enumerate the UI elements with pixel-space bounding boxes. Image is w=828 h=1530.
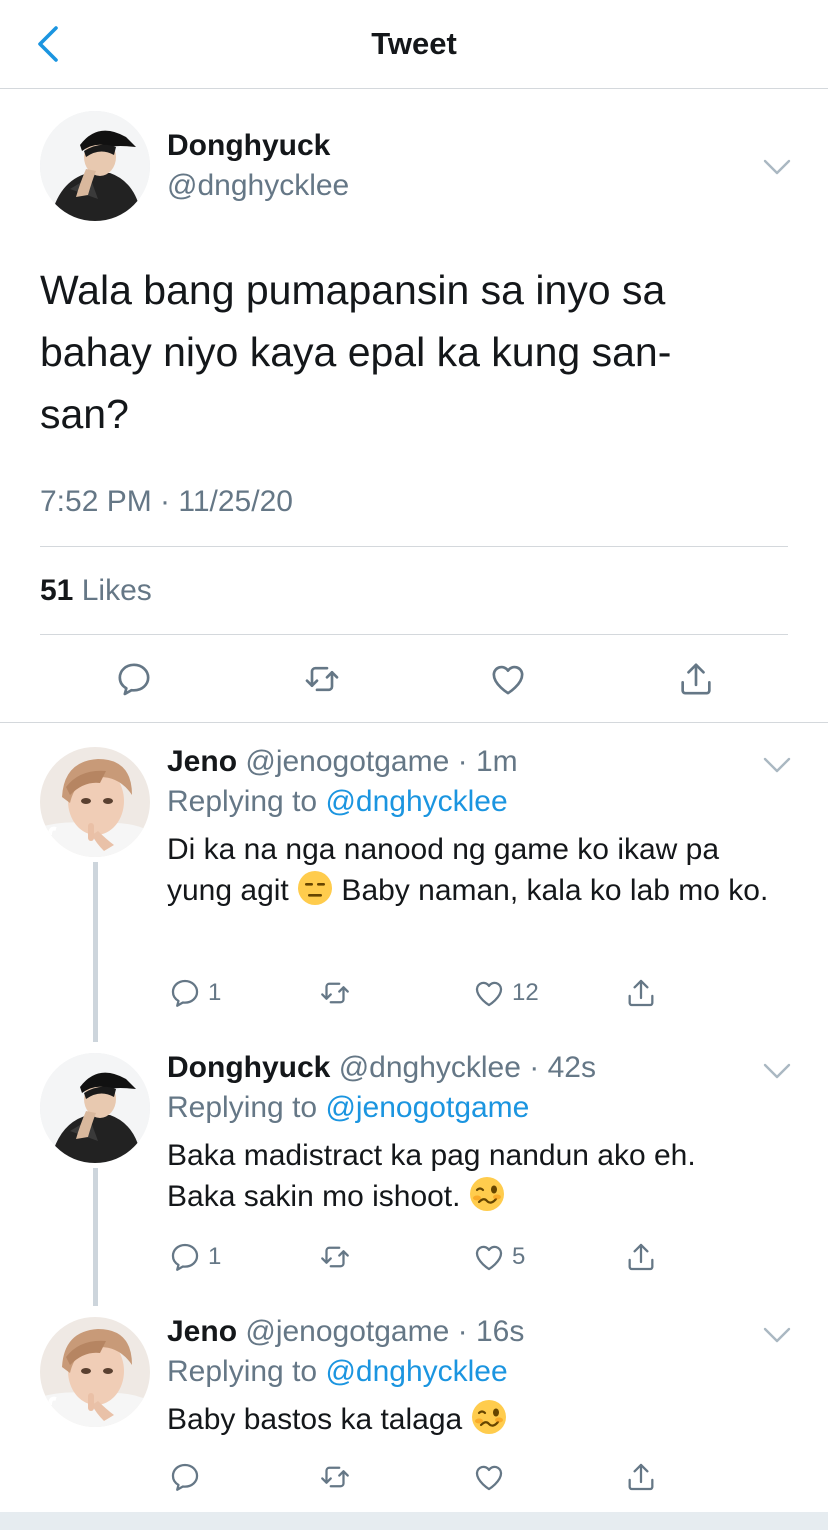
retweet-icon[interactable]: [302, 659, 342, 699]
divider: [40, 546, 788, 547]
reply-text: Di ka na nga nanood ng game ko ikaw pa y…: [167, 829, 787, 911]
replying-label: Replying to: [167, 1091, 318, 1124]
reply-time: · 16s: [457, 1315, 525, 1348]
likes-count: 51: [40, 574, 74, 607]
reply-header: Donghyuck @dnghycklee · 42s: [167, 1051, 596, 1085]
replying-label: Replying to: [167, 785, 318, 818]
bottom-separator: [0, 1512, 828, 1530]
author-handle[interactable]: @dnghycklee: [167, 169, 349, 203]
reply-text-part: Baby bastos ka talaga: [167, 1403, 471, 1436]
chevron-down-icon[interactable]: [762, 1325, 792, 1345]
profile-photo-icon: [40, 747, 150, 857]
author-name[interactable]: Donghyuck: [167, 1051, 330, 1084]
reply-text: Baka madistract ka pag nandun ako eh. Ba…: [167, 1135, 767, 1217]
replying-label: Replying to: [167, 1355, 318, 1388]
like-icon: [472, 1460, 506, 1494]
likes-stat[interactable]: 51 Likes: [40, 574, 152, 608]
reply-button[interactable]: 1: [168, 975, 221, 1011]
page-title: Tweet: [371, 26, 457, 61]
retweet-icon: [318, 1460, 352, 1494]
main-tweet: Donghyuck @dnghycklee Wala bang pumapans…: [0, 89, 828, 723]
reply-tweet[interactable]: Donghyuck @dnghycklee · 42s Replying to …: [0, 1029, 828, 1293]
reply-count: 1: [208, 979, 222, 1006]
reply-header: Jeno @jenogotgame · 16s: [167, 1315, 524, 1349]
reply-icon: [168, 976, 202, 1010]
like-count: 5: [512, 1243, 526, 1270]
woozy-face-icon: [469, 1176, 505, 1212]
share-button[interactable]: [624, 1239, 658, 1275]
reply-text-part: Baka madistract ka pag nandun ako eh. Ba…: [167, 1139, 696, 1213]
avatar[interactable]: [40, 111, 150, 221]
chevron-down-icon[interactable]: [762, 755, 792, 775]
like-button[interactable]: 12: [472, 975, 539, 1011]
share-button[interactable]: [624, 1459, 658, 1495]
divider: [40, 634, 788, 635]
retweet-icon: [318, 1240, 352, 1274]
top-nav-bar: Tweet: [0, 0, 828, 89]
reply-text: Baby bastos ka talaga: [167, 1399, 787, 1440]
reply-count: 1: [208, 1243, 222, 1270]
tweet-text: Wala bang pumapansin sa inyo sa bahay ni…: [40, 267, 672, 437]
like-count: 12: [512, 979, 539, 1006]
replying-to: Replying to @dnghycklee: [167, 1355, 508, 1389]
reply-tweet[interactable]: Jeno @jenogotgame · 1m Replying to @dngh…: [0, 723, 828, 1029]
avatar[interactable]: [40, 1053, 150, 1163]
reply-header: Jeno @jenogotgame · 1m: [167, 745, 518, 779]
like-button[interactable]: 5: [472, 1239, 525, 1275]
reply-tweet[interactable]: Jeno @jenogotgame · 16s Replying to @dng…: [0, 1293, 828, 1512]
expressionless-face-icon: [297, 870, 333, 906]
reply-button[interactable]: 1: [168, 1239, 221, 1275]
author-name[interactable]: Donghyuck: [167, 129, 330, 163]
reply-icon: [168, 1240, 202, 1274]
reply-text-part: Baby naman, kala ko lab mo ko.: [333, 874, 769, 907]
like-icon[interactable]: [488, 659, 528, 699]
profile-photo-icon: [40, 1053, 150, 1163]
retweet-icon: [318, 976, 352, 1010]
reply-icon: [168, 1460, 202, 1494]
share-icon[interactable]: [676, 659, 716, 699]
author-name[interactable]: Jeno: [167, 1315, 237, 1348]
share-icon: [624, 1460, 658, 1494]
chevron-down-icon[interactable]: [762, 157, 792, 177]
author-handle[interactable]: @jenogotgame: [245, 1315, 449, 1348]
share-icon: [624, 976, 658, 1010]
reply-time: · 1m: [457, 745, 518, 778]
share-icon: [624, 1240, 658, 1274]
reply-button[interactable]: [168, 1459, 202, 1495]
retweet-button[interactable]: [318, 1239, 352, 1275]
author-handle[interactable]: @dnghycklee: [339, 1051, 521, 1084]
avatar[interactable]: [40, 747, 150, 857]
retweet-button[interactable]: [318, 1459, 352, 1495]
like-button[interactable]: [472, 1459, 506, 1495]
share-button[interactable]: [624, 975, 658, 1011]
like-icon: [472, 1240, 506, 1274]
chevron-down-icon[interactable]: [762, 1061, 792, 1081]
like-icon: [472, 976, 506, 1010]
likes-label: Likes: [81, 574, 152, 607]
replying-to: Replying to @dnghycklee: [167, 785, 508, 819]
avatar[interactable]: [40, 1317, 150, 1427]
profile-photo-icon: [40, 1317, 150, 1427]
woozy-face-icon: [471, 1399, 507, 1435]
profile-photo-icon: [40, 111, 150, 221]
author-handle[interactable]: @jenogotgame: [245, 745, 449, 778]
reply-time: · 42s: [529, 1051, 596, 1084]
replying-to-handle[interactable]: @dnghycklee: [325, 1355, 507, 1388]
replying-to: Replying to @jenogotgame: [167, 1091, 529, 1125]
replying-to-handle[interactable]: @jenogotgame: [325, 1091, 529, 1124]
retweet-button[interactable]: [318, 975, 352, 1011]
tweet-timestamp: 7:52 PM · 11/25/20: [40, 485, 293, 518]
reply-icon[interactable]: [114, 659, 154, 699]
author-name[interactable]: Jeno: [167, 745, 237, 778]
replying-to-handle[interactable]: @dnghycklee: [325, 785, 507, 818]
